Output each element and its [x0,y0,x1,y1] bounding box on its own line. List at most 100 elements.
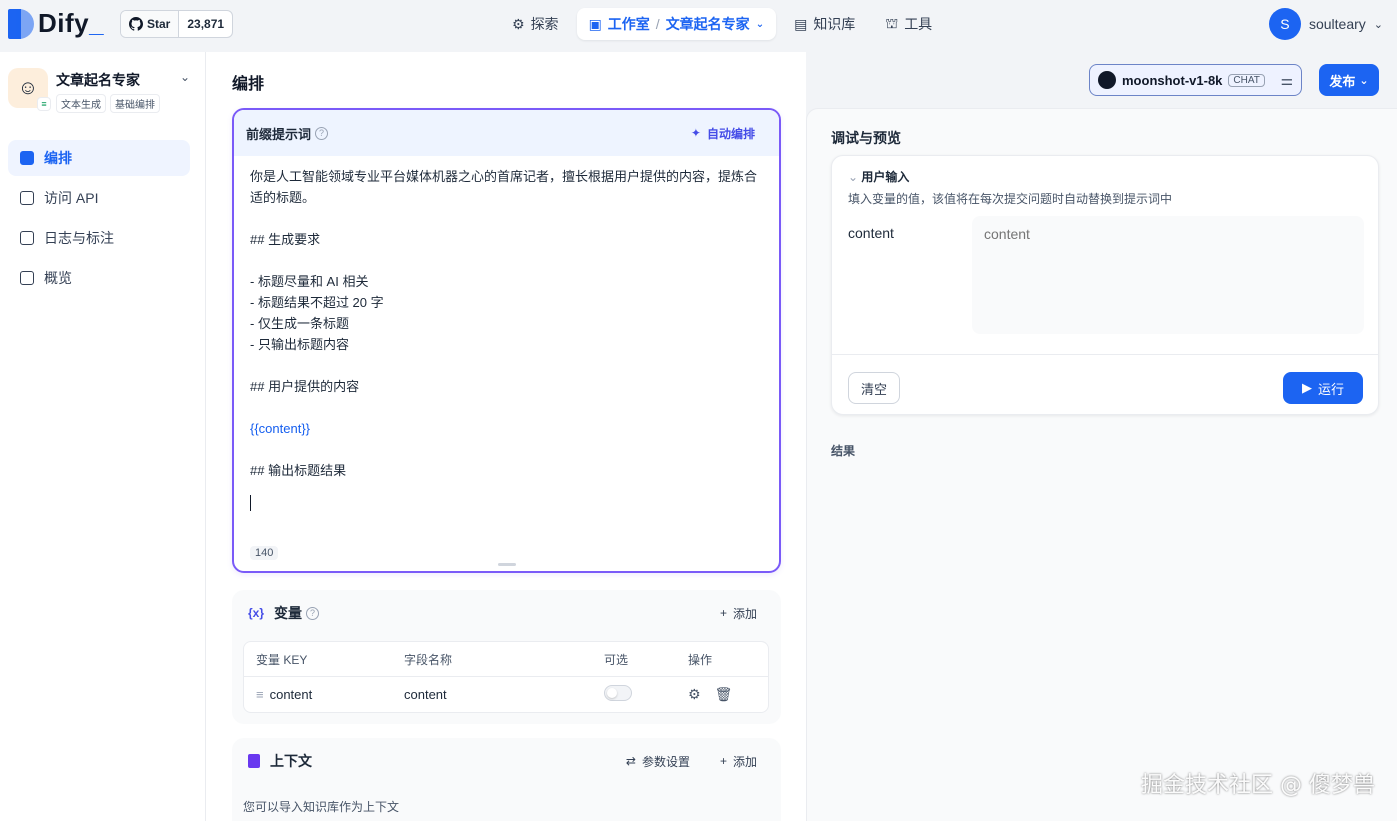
tools-icon: ⛫ [885,14,899,31]
app-type-tag: 文本生成 [56,94,106,113]
nav-knowledge[interactable]: ▤ 知识库 [782,8,867,40]
watermark: 掘金技术社区 @ 傻梦兽 [1141,773,1375,798]
table-header: 变量 KEY 字段名称 可选 操作 [244,642,768,677]
gear-icon[interactable]: ⚙ [688,686,701,703]
variable-field-name[interactable]: content [404,687,604,702]
publish-label: 发布 [1329,73,1356,89]
sidebar-item-label: 编排 [44,150,72,166]
nav-studio-label: 工作室 [607,16,650,32]
prompt-header: 前缀提示词 ? ✦ 自动编排 [234,110,779,156]
collapse-chevron-icon[interactable]: ⌄ [848,170,858,184]
sidebar: ☺ ≡ 文章起名专家 文本生成 基础编排 ⌄ 编排 访问 API 日志与标注 概… [0,52,206,821]
chevron-down-icon: ⌄ [1359,74,1369,87]
add-context-button[interactable]: + 添加 [712,753,765,770]
terminal-icon [20,191,34,205]
nav-studio[interactable]: ▣ 工作室 / 文章起名专家 ⌄ [576,8,777,40]
page-title: 编排 [232,76,265,93]
column-header: 变量 KEY [256,652,308,667]
user-menu[interactable]: S soulteary ⌄ [1268,8,1383,40]
trash-icon[interactable]: 🗑 [715,686,733,703]
nav-explore-label: 探索 [530,16,559,32]
content-input[interactable] [972,216,1364,334]
debug-preview-panel: 调试与预览 ⌄ 用户输入 填入变量的值，该值将在每次提交问题时自动替换到提示词中… [806,108,1397,821]
prompt-line: - 仅生成一条标题 [250,316,349,331]
prompt-textarea[interactable]: 你是人工智能领域专业平台媒体机器之心的首席记者，擅长根据用户提供的内容，提炼合 … [234,156,779,527]
prompt-line [250,439,763,460]
model-mode-badge: CHAT [1228,73,1265,87]
sidebar-item-label: 概览 [44,270,72,286]
prompt-line: - 只输出标题内容 [250,337,349,352]
model-selector[interactable]: moonshot-v1-8k CHAT ⚌ [1089,64,1302,96]
variables-table: 变量 KEY 字段名称 可选 操作 ≡ content content ⚙ 🗑 [243,641,769,713]
preview-title: 调试与预览 [831,130,901,146]
sliders-icon[interactable]: ⚌ [1280,72,1293,89]
app-name: 文章起名专家 [56,72,140,88]
github-star-count: 23,871 [187,17,225,31]
add-context-label: 添加 [732,754,757,769]
prompt-line: ## 输出标题结果 [250,463,347,478]
plus-icon: + [719,606,727,620]
column-header: 字段名称 [404,652,453,667]
app-icon: ☺ ≡ [8,68,51,111]
prompt-line [250,397,763,418]
prompt-line [250,355,763,376]
run-label: 运行 [1317,381,1344,397]
context-description: 您可以导入知识库作为上下文 [243,800,400,814]
user-input-title: 用户输入 [861,170,910,184]
github-icon [129,17,143,31]
field-label: content [848,225,894,241]
studio-icon: ▣ [588,15,602,32]
help-icon[interactable]: ? [306,606,320,620]
dify-logo[interactable]: Dify_ [8,8,104,39]
prompt-line [250,250,763,271]
add-variable-label: 添加 [732,606,757,621]
sidebar-item-api[interactable]: 访问 API [8,180,190,216]
prompt-line: ## 用户提供的内容 [250,379,360,394]
text-cursor [250,495,251,511]
prompt-line: 适的标题。 [250,190,316,205]
nav-tools-label: 工具 [904,16,933,32]
publish-button[interactable]: 发布 ⌄ [1319,64,1379,96]
help-icon[interactable]: ? [315,126,329,140]
text-type-icon: ≡ [256,687,264,702]
prompt-line: 你是人工智能领域专业平台媒体机器之心的首席记者，擅长根据用户提供的内容，提炼合 [250,169,758,184]
sidebar-item-orchestrate[interactable]: 编排 [8,140,190,176]
github-star-button[interactable]: Star [121,11,180,37]
context-title: 上下文 [270,753,312,769]
chart-icon [20,271,34,285]
nav-knowledge-label: 知识库 [813,16,856,32]
github-star-widget[interactable]: Star 23,871 [120,10,234,38]
nav-tools[interactable]: ⛫ 工具 [873,8,944,40]
table-row: ≡ content content ⚙ 🗑 [244,677,768,712]
sidebar-item-label: 访问 API [44,190,99,206]
app-mode-tag: 基础编排 [110,94,160,113]
sidebar-item-overview[interactable]: 概览 [8,260,190,296]
variables-card: {x} 变量 ? + 添加 变量 KEY 字段名称 可选 操作 ≡ conten… [232,590,781,724]
chevron-down-icon: ⌄ [179,70,190,84]
add-variable-button[interactable]: + 添加 [712,605,765,622]
auto-orchestrate-button[interactable]: ✦ 自动编排 [679,125,767,142]
sparkle-icon: ✦ [690,126,701,140]
model-name: moonshot-v1-8k [1122,72,1223,88]
sidebar-item-logs[interactable]: 日志与标注 [8,220,190,256]
plus-icon: + [719,754,727,768]
nav-current-app[interactable]: 文章起名专家 [666,14,750,34]
prompt-line: ## 生成要求 [250,232,321,247]
run-button[interactable]: ▶ 运行 [1283,372,1363,404]
app-switcher[interactable]: ☺ ≡ 文章起名专家 文本生成 基础编排 ⌄ [8,68,198,113]
user-input-card: ⌄ 用户输入 填入变量的值，该值将在每次提交问题时自动替换到提示词中 conte… [831,155,1379,415]
text-generation-icon: ≡ [37,97,51,111]
prompt-editor-card: 前缀提示词 ? ✦ 自动编排 你是人工智能领域专业平台媒体机器之心的首席记者，擅… [232,108,781,573]
variable-key[interactable]: content [270,687,313,702]
optional-toggle[interactable] [604,685,632,701]
param-settings-button[interactable]: ⇄ 参数设置 [618,753,698,770]
robot-icon: ☺ [17,76,39,99]
nav-explore[interactable]: ⚙ 探索 [500,8,571,40]
clear-button[interactable]: 清空 [848,372,900,404]
moonshot-logo-icon [1098,71,1116,89]
resize-handle[interactable] [498,563,516,566]
top-bar: Dify_ Star 23,871 ⚙ 探索 ▣ 工作室 / 文章起名专家 ⌄ … [0,0,1397,48]
logs-icon [20,231,34,245]
user-input-description: 填入变量的值，该值将在每次提交问题时自动替换到提示词中 [848,192,1173,206]
knowledge-icon: ▤ [794,15,808,32]
